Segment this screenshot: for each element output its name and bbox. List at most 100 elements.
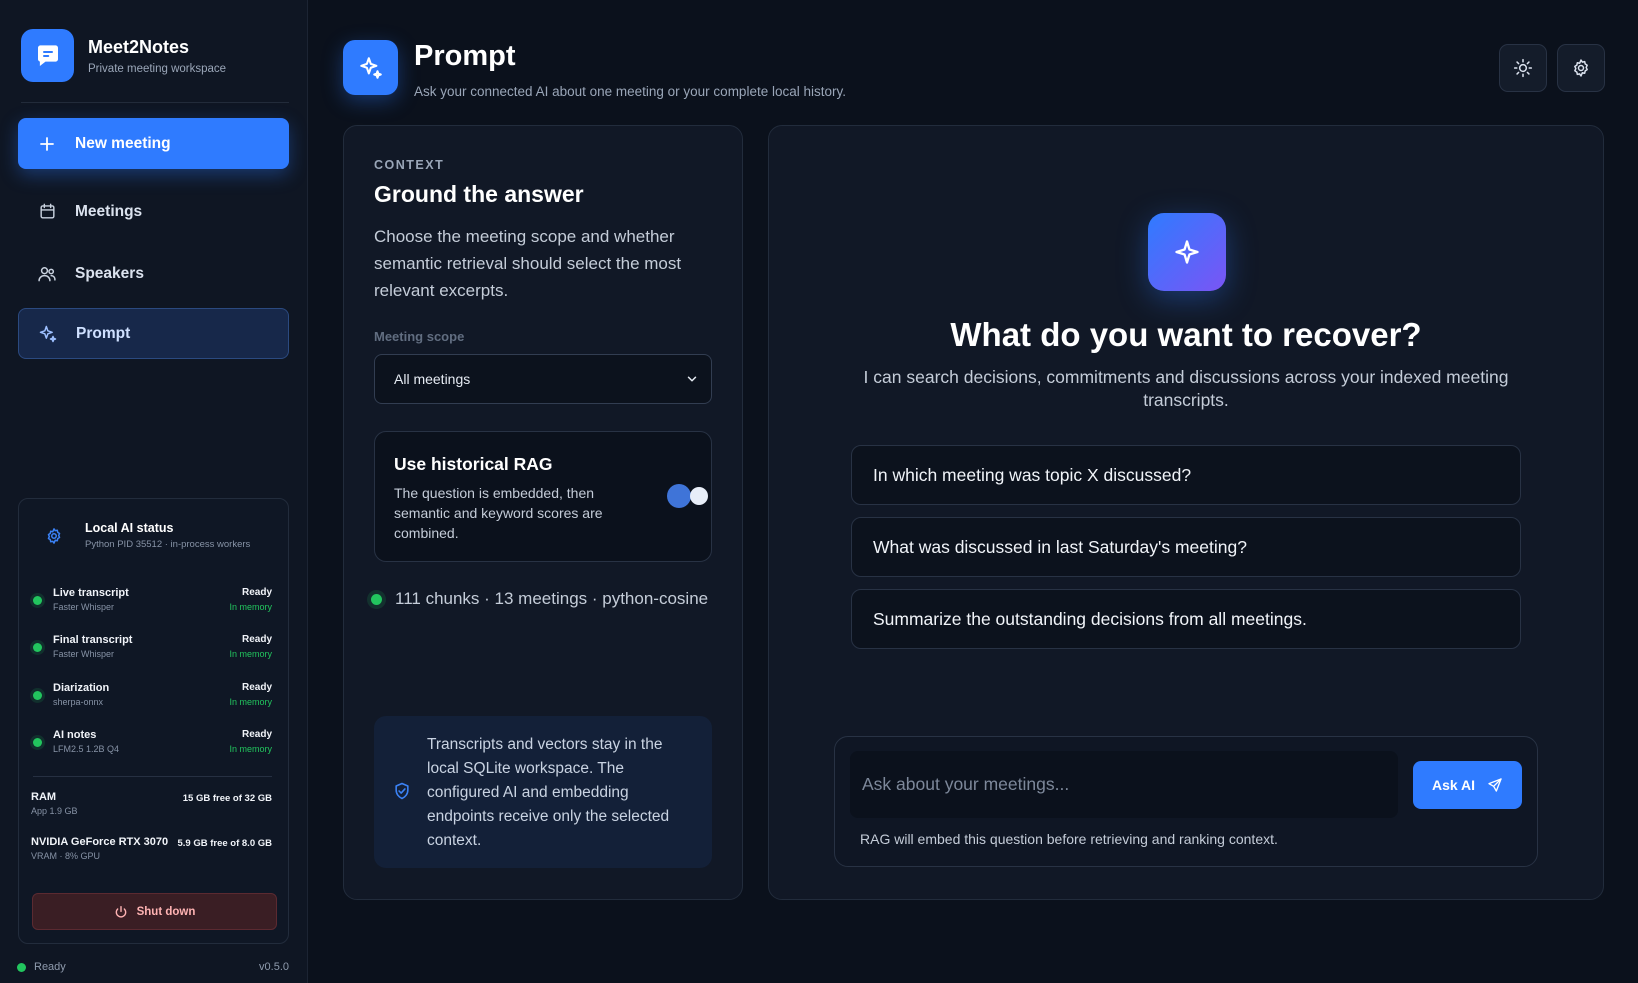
resource-name: NVIDIA GeForce RTX 3070 [31,836,169,848]
theme-toggle-button[interactable] [1499,44,1547,92]
status-dot [33,596,42,605]
shield-check-icon [392,781,412,801]
chevron-down-icon [685,372,699,386]
ask-ai-button[interactable]: Ask AI [1413,761,1522,809]
context-description: Choose the meeting scope and whether sem… [374,227,682,300]
ai-status-subtitle: Python PID 35512 · in-process workers [85,539,251,550]
resource-row: RAM App 1.9 GB 15 GB free of 32 GB [31,789,272,819]
context-title: Ground the answer [374,181,584,207]
service-state: Ready [241,587,272,598]
service-state: Ready [241,729,272,740]
sidebar-item-prompt[interactable]: Prompt [18,308,289,359]
gear-icon [45,527,63,545]
toggle-knob [690,487,708,505]
service-name: AI notes [53,729,97,741]
meeting-scope-select[interactable]: All meetings [374,354,712,404]
status-dot [371,593,382,605]
footer-status-text: Ready [34,961,66,973]
send-icon [1487,777,1503,793]
service-engine: sherpa-onnx [53,697,104,707]
ai-status-card: Local AI status Python PID 35512 · in-pr… [18,498,289,944]
meeting-scope-value: All meetings [394,371,471,387]
users-icon [36,263,58,285]
suggestion-button[interactable]: Summarize the outstanding decisions from… [851,589,1521,649]
settings-button[interactable] [1557,44,1605,92]
ai-status-header: Local AI status Python PID 35512 · in-pr… [45,521,250,550]
composer-hint: RAG will embed this question before retr… [860,831,1278,847]
status-dot [33,643,42,652]
service-name: Diarization [53,682,110,694]
service-state: Ready [241,682,272,693]
app-subtitle: Private meeting workspace [88,62,227,75]
service-location: In memory [229,602,272,612]
resource-name: RAM [31,791,57,803]
context-panel: CONTEXT Ground the answer Choose the mee… [343,125,743,900]
privacy-note: Transcripts and vectors stay in the loca… [374,716,712,868]
shut-down-label: Shut down [136,905,196,918]
service-row: AI notes LFM2.5 1.2B Q4 Ready In memory [33,726,272,760]
meeting-scope-label: Meeting scope [374,329,465,344]
rag-toggle[interactable] [667,484,709,508]
question-input[interactable] [850,751,1398,818]
sidebar-item-label: Meetings [75,202,143,220]
sidebar-item-speakers[interactable]: Speakers [18,248,289,299]
status-dot [33,691,42,700]
service-row: Diarization sherpa-onnx Ready In memory [33,679,272,713]
index-info: 111 chunks · 13 meetings · python-cosine [371,589,708,609]
service-engine: LFM2.5 1.2B Q4 [53,744,120,754]
resource-value: 15 GB free of 32 GB [182,793,272,804]
sidebar: Meet2Notes Private meeting workspace New… [0,0,308,983]
ask-ai-label: Ask AI [1431,777,1476,793]
service-location: In memory [229,744,272,754]
sidebar-item-meetings[interactable]: Meetings [18,186,289,237]
sparkle-icon [1148,213,1226,291]
new-meeting-button[interactable]: New meeting [18,118,289,169]
app-version: v0.5.0 [259,961,289,973]
index-info-text: 111 chunks · 13 meetings · python-cosine [395,589,709,608]
rag-title: Use historical RAG [394,454,553,474]
sidebar-item-label: Speakers [75,264,144,282]
app-name: Meet2Notes [88,36,190,57]
status-dot [17,962,26,972]
service-row: Live transcript Faster Whisper Ready In … [33,584,272,618]
new-meeting-label: New meeting [75,134,171,152]
service-location: In memory [229,649,272,659]
service-name: Live transcript [53,587,129,599]
ai-status-title: Local AI status [85,521,174,535]
service-engine: Faster Whisper [53,602,115,612]
hero-title: What do you want to recover? [950,316,1422,353]
gear-icon [1571,58,1591,78]
plus-icon [36,133,58,155]
rag-description: The question is embedded, then semantic … [394,485,603,541]
service-row: Final transcript Faster Whisper Ready In… [33,631,272,665]
power-icon [114,905,128,919]
service-engine: Faster Whisper [53,649,115,659]
sun-icon [1513,58,1533,78]
composer: Ask AI RAG will embed this question befo… [834,736,1538,867]
sparkle-icon [343,40,398,95]
resource-detail: VRAM · 8% GPU [31,851,101,861]
service-location: In memory [229,697,272,707]
resource-value: 5.9 GB free of 8.0 GB [177,838,272,849]
sidebar-divider [21,102,289,103]
calendar-icon [36,201,58,223]
shut-down-button[interactable]: Shut down [32,893,277,930]
suggestion-button[interactable]: What was discussed in last Saturday's me… [851,517,1521,577]
historical-rag-card: Use historical RAG The question is embed… [374,431,712,562]
sidebar-item-label: Prompt [76,324,131,342]
suggestion-button[interactable]: In which meeting was topic X discussed? [851,445,1521,505]
chat-bubble-icon [21,29,74,82]
page-title: Prompt [414,40,516,72]
sparkle-icon [37,323,59,345]
context-eyebrow: CONTEXT [374,158,445,172]
chat-panel: What do you want to recover? I can searc… [768,125,1604,900]
toggle-track [667,484,691,508]
privacy-note-text: Transcripts and vectors stay in the loca… [427,736,670,849]
service-name: Final transcript [53,634,133,646]
page-subtitle: Ask your connected AI about one meeting … [414,84,846,99]
service-state: Ready [241,634,272,645]
resource-row: NVIDIA GeForce RTX 3070 VRAM · 8% GPU 5.… [31,834,272,864]
card-divider [33,776,272,777]
resource-detail: App 1.9 GB [31,806,78,816]
footer-status: Ready [17,961,66,973]
